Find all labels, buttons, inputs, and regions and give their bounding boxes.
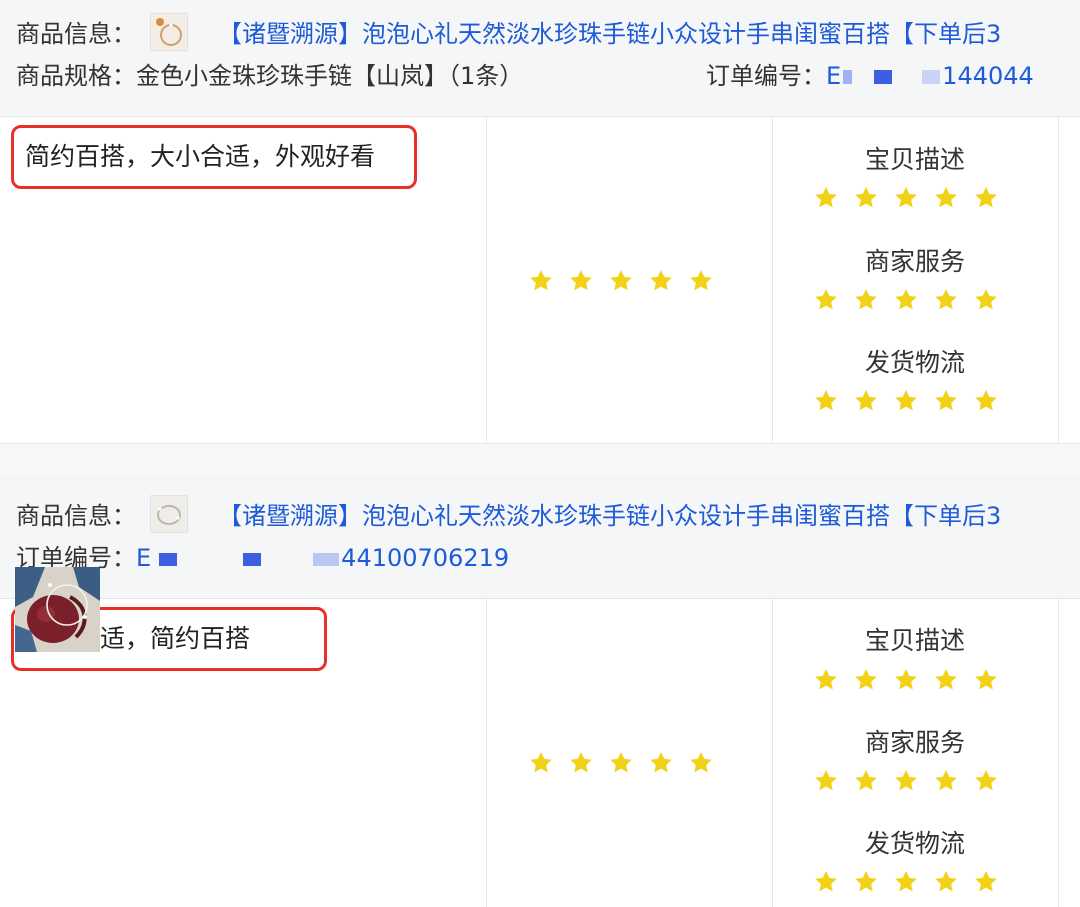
order-header: 商品信息： 【诸暨溯源】泡泡心礼天然淡水珍珠手链小众设计手串闺蜜百搭【下单后3 商… [0, 0, 1080, 117]
star-icon [972, 767, 999, 794]
star-icon [852, 184, 879, 211]
star-icon [812, 286, 839, 313]
star-icon [567, 749, 594, 776]
product-info-label: 商品信息： [16, 20, 136, 48]
star-icon [812, 666, 839, 693]
redaction-mark [313, 552, 340, 566]
star-icon [812, 184, 839, 211]
rating-stars-service [812, 286, 1012, 313]
rating-stars-description [812, 666, 1012, 693]
order-header: 商品信息： 【诸暨溯源】泡泡心礼天然淡水珍珠手链小众设计手串闺蜜百搭【下单后3 订… [0, 475, 1080, 599]
star-icon [972, 184, 999, 211]
spec-line: 商品规格：金色小金珠珍珠手链【山岚】（1条） [16, 56, 523, 96]
review-photo-icon[interactable] [15, 567, 100, 652]
star-icon [892, 868, 919, 895]
rating-label-service: 商家服务 [864, 728, 965, 757]
star-icon [932, 767, 959, 794]
redaction-mark [243, 552, 262, 566]
star-icon [852, 286, 879, 313]
star-icon [812, 868, 839, 895]
product-info-label: 商品信息： [16, 502, 136, 530]
spec-value: 金色小金珠珍珠手链【山岚】（1条） [136, 62, 524, 90]
order-number-prefix: E [136, 544, 152, 572]
order-number-suffix: 44100706219 [341, 544, 510, 572]
rating-label-logistics: 发货物流 [864, 829, 965, 858]
column-divider [486, 599, 487, 907]
star-icon [932, 387, 959, 414]
rating-stars-logistics [812, 387, 1012, 414]
product-title-link[interactable]: 【诸暨溯源】泡泡心礼天然淡水珍珠手链小众设计手串闺蜜百搭【下单后3 [218, 502, 1001, 530]
rating-stars-service [812, 767, 1012, 794]
star-icon [607, 749, 634, 776]
star-icon [852, 767, 879, 794]
column-divider [1058, 599, 1059, 907]
overall-rating-stars [527, 749, 727, 776]
redaction-mark [874, 70, 893, 84]
star-icon [567, 267, 594, 294]
order-number-suffix: 144044 [942, 62, 1034, 90]
redaction-mark [159, 552, 178, 566]
order-number-link[interactable]: E 144044 [826, 62, 1034, 90]
star-icon [932, 868, 959, 895]
product-info-line: 商品信息： 【诸暨溯源】泡泡心礼天然淡水珍珠手链小众设计手串闺蜜百搭【下单后3 [16, 495, 1001, 536]
rating-stars-description [812, 184, 1012, 211]
star-icon [892, 767, 919, 794]
rating-label-description: 宝贝描述 [864, 145, 965, 174]
star-icon [647, 267, 674, 294]
rating-stars-logistics [812, 868, 1012, 895]
star-icon [607, 267, 634, 294]
star-icon [972, 868, 999, 895]
star-icon [932, 286, 959, 313]
star-icon [892, 184, 919, 211]
star-icon [972, 286, 999, 313]
star-icon [932, 666, 959, 693]
product-info-line: 商品信息： 【诸暨溯源】泡泡心礼天然淡水珍珠手链小众设计手串闺蜜百搭【下单后3 [16, 13, 1001, 54]
bracelet-thumbnail-icon[interactable] [150, 13, 188, 51]
star-icon [647, 749, 674, 776]
card-separator [0, 443, 1080, 476]
star-icon [932, 184, 959, 211]
star-icon [812, 387, 839, 414]
column-divider [1058, 117, 1059, 443]
redaction-mark [922, 70, 941, 84]
star-icon [972, 387, 999, 414]
star-icon [892, 666, 919, 693]
star-icon [852, 868, 879, 895]
star-icon [687, 749, 714, 776]
redaction-mark [843, 70, 853, 84]
star-icon [812, 767, 839, 794]
rating-label-description: 宝贝描述 [864, 626, 965, 655]
order-number-link[interactable]: E 44100706219 [136, 544, 509, 572]
order-number-prefix: E [826, 62, 842, 90]
star-icon [852, 387, 879, 414]
review-text-highlight: 简约百搭，大小合适，外观好看 [11, 125, 417, 189]
star-icon [972, 666, 999, 693]
order-number-line: 订单编号：E 144044 [706, 56, 1034, 96]
star-icon [892, 387, 919, 414]
product-title-link[interactable]: 【诸暨溯源】泡泡心礼天然淡水珍珠手链小众设计手串闺蜜百搭【下单后3 [218, 20, 1001, 48]
bracelet-thumbnail-icon[interactable] [150, 495, 188, 533]
spec-label: 商品规格： [16, 62, 136, 90]
overall-rating-stars [527, 267, 727, 294]
star-icon [527, 749, 554, 776]
star-icon [527, 267, 554, 294]
star-icon [852, 666, 879, 693]
rating-label-service: 商家服务 [864, 247, 965, 276]
star-icon [687, 267, 714, 294]
order-number-label: 订单编号： [706, 62, 826, 90]
column-divider [486, 117, 487, 443]
star-icon [892, 286, 919, 313]
rating-label-logistics: 发货物流 [864, 348, 965, 377]
review-text: 简约百搭，大小合适，外观好看 [25, 142, 376, 171]
